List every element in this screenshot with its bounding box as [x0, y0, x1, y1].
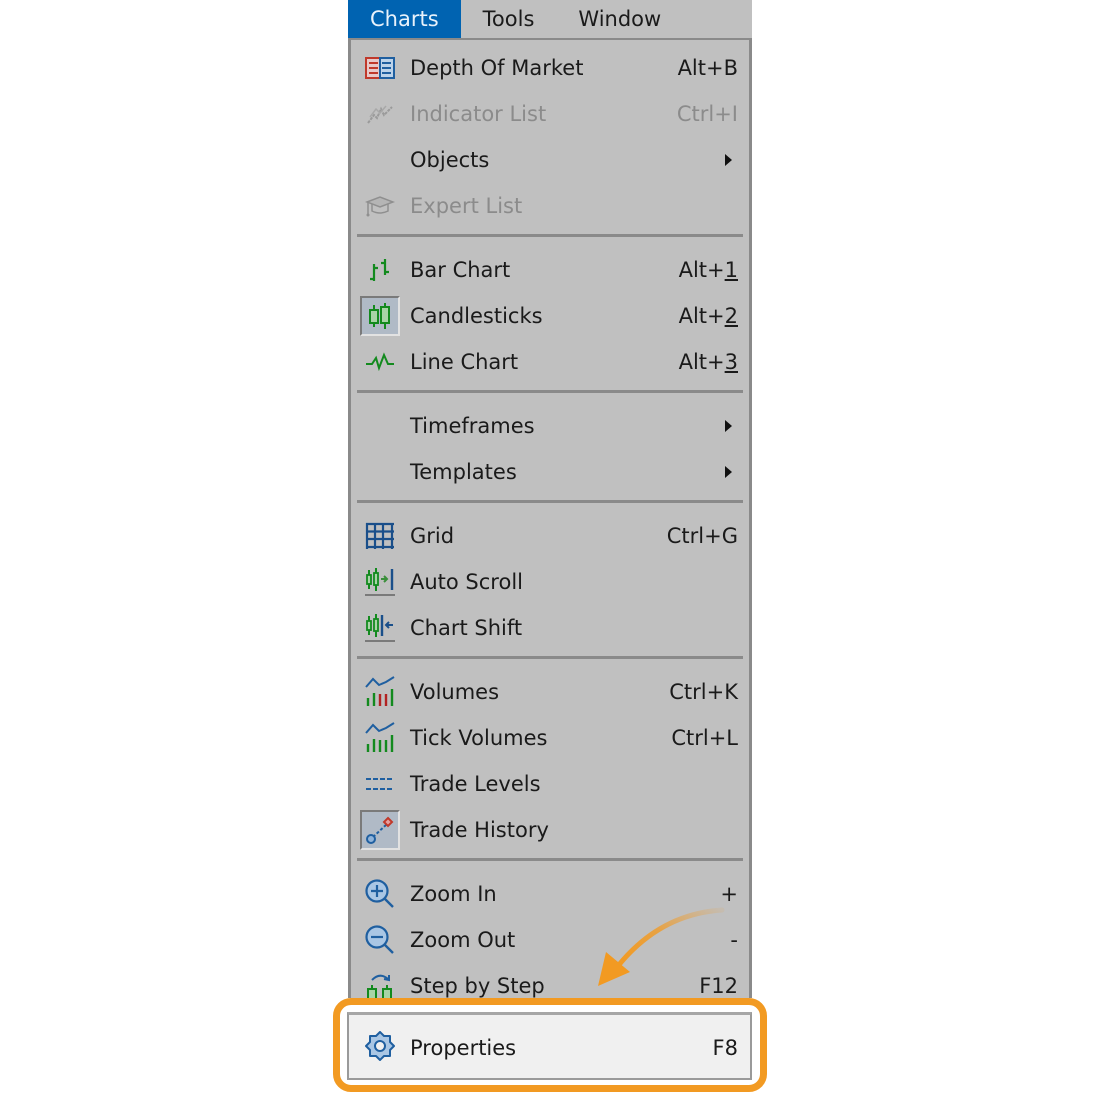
- gear-icon: [365, 1031, 395, 1061]
- submenu-arrow-icon: [725, 466, 732, 478]
- menu-item-label: Timeframes: [410, 414, 535, 438]
- menu-item-label: Volumes: [410, 680, 500, 704]
- menu-item-auto-scroll[interactable]: Auto Scroll: [351, 559, 749, 605]
- menu-item-line-chart[interactable]: Line Chart Alt+3: [351, 339, 749, 385]
- menu-item-label: Tick Volumes: [410, 726, 548, 750]
- grid-icon: [360, 516, 400, 556]
- menu-item-label: Auto Scroll: [410, 570, 523, 594]
- menu-tools[interactable]: Tools: [461, 0, 557, 38]
- menu-item-tick-volumes[interactable]: Tick Volumes Ctrl+L: [351, 715, 749, 761]
- charts-dropdown-menu: Depth Of Market Alt+B Indicator List Ctr…: [348, 38, 752, 998]
- submenu-arrow-icon: [725, 420, 732, 432]
- indicator-list-icon: [360, 94, 400, 134]
- menu-item-label: Trade History: [410, 818, 549, 842]
- menu-item-trade-levels[interactable]: Trade Levels: [351, 761, 749, 807]
- shortcut-label: Alt+3: [678, 350, 738, 374]
- menu-item-label: Objects: [410, 148, 490, 172]
- candlesticks-icon: [360, 296, 400, 336]
- shortcut-label: F8: [712, 1036, 738, 1060]
- menu-item-label: Expert List: [410, 194, 523, 218]
- menu-item-label: Line Chart: [410, 350, 519, 374]
- menu-item-candlesticks[interactable]: Candlesticks Alt+2: [351, 293, 749, 339]
- menu-item-label: Zoom In: [410, 882, 497, 906]
- menu-item-properties[interactable]: Properties F8: [347, 1012, 752, 1080]
- shortcut-label: Ctrl+K: [669, 680, 738, 704]
- menu-item-label: Trade Levels: [410, 772, 541, 796]
- menu-item-label: Indicator List: [410, 102, 547, 126]
- auto-scroll-icon: [360, 562, 400, 602]
- annotation-arrow: [590, 900, 730, 995]
- menu-item-label: Depth Of Market: [410, 56, 584, 80]
- menu-item-expert-list: Expert List: [351, 183, 749, 229]
- menu-item-label: Chart Shift: [410, 616, 523, 640]
- depth-of-market-icon: [360, 48, 400, 88]
- menu-item-label: Candlesticks: [410, 304, 543, 328]
- menu-window[interactable]: Window: [556, 0, 683, 38]
- menu-item-trade-history[interactable]: Trade History: [351, 807, 749, 853]
- trade-history-icon: [360, 810, 400, 850]
- submenu-arrow-icon: [725, 154, 732, 166]
- shortcut-label: Alt+B: [677, 56, 738, 80]
- shortcut-label: Alt+1: [678, 258, 738, 282]
- step-by-step-icon: [360, 966, 400, 998]
- menu-item-depth-of-market[interactable]: Depth Of Market Alt+B: [351, 45, 749, 91]
- menu-separator: [357, 656, 743, 659]
- chart-shift-icon: [360, 608, 400, 648]
- menu-bar: Charts Tools Window: [348, 0, 752, 38]
- menu-item-indicator-list: Indicator List Ctrl+I: [351, 91, 749, 137]
- menu-separator: [357, 234, 743, 237]
- menu-item-label: Bar Chart: [410, 258, 511, 282]
- line-chart-icon: [360, 342, 400, 382]
- menu-item-label: Zoom Out: [410, 928, 516, 952]
- shortcut-label: Alt+2: [678, 304, 738, 328]
- menu-item-chart-shift[interactable]: Chart Shift: [351, 605, 749, 651]
- tick-volumes-icon: [360, 718, 400, 758]
- menu-charts[interactable]: Charts: [348, 0, 461, 38]
- shortcut-label: -: [730, 928, 738, 952]
- shortcut-label: Ctrl+G: [666, 524, 738, 548]
- shortcut-label: Ctrl+I: [676, 102, 738, 126]
- shortcut-label: Ctrl+L: [671, 726, 738, 750]
- menu-item-timeframes[interactable]: Timeframes: [351, 403, 749, 449]
- menu-separator: [357, 390, 743, 393]
- expert-list-icon: [360, 186, 400, 226]
- menu-item-bar-chart[interactable]: Bar Chart Alt+1: [351, 247, 749, 293]
- trade-levels-icon: [360, 764, 400, 804]
- menu-item-grid[interactable]: Grid Ctrl+G: [351, 513, 749, 559]
- menu-separator: [357, 500, 743, 503]
- menu-item-templates[interactable]: Templates: [351, 449, 749, 495]
- menu-item-label: Step by Step: [410, 974, 545, 998]
- menu-item-label: Templates: [410, 460, 517, 484]
- menu-item-volumes[interactable]: Volumes Ctrl+K: [351, 669, 749, 715]
- menu-item-label: Properties: [410, 1036, 517, 1060]
- menu-separator: [357, 858, 743, 861]
- bar-chart-icon: [360, 250, 400, 290]
- zoom-in-icon: [360, 874, 400, 914]
- menu-item-label: Grid: [410, 524, 455, 548]
- menu-item-objects[interactable]: Objects: [351, 137, 749, 183]
- volumes-icon: [360, 672, 400, 712]
- zoom-out-icon: [360, 920, 400, 960]
